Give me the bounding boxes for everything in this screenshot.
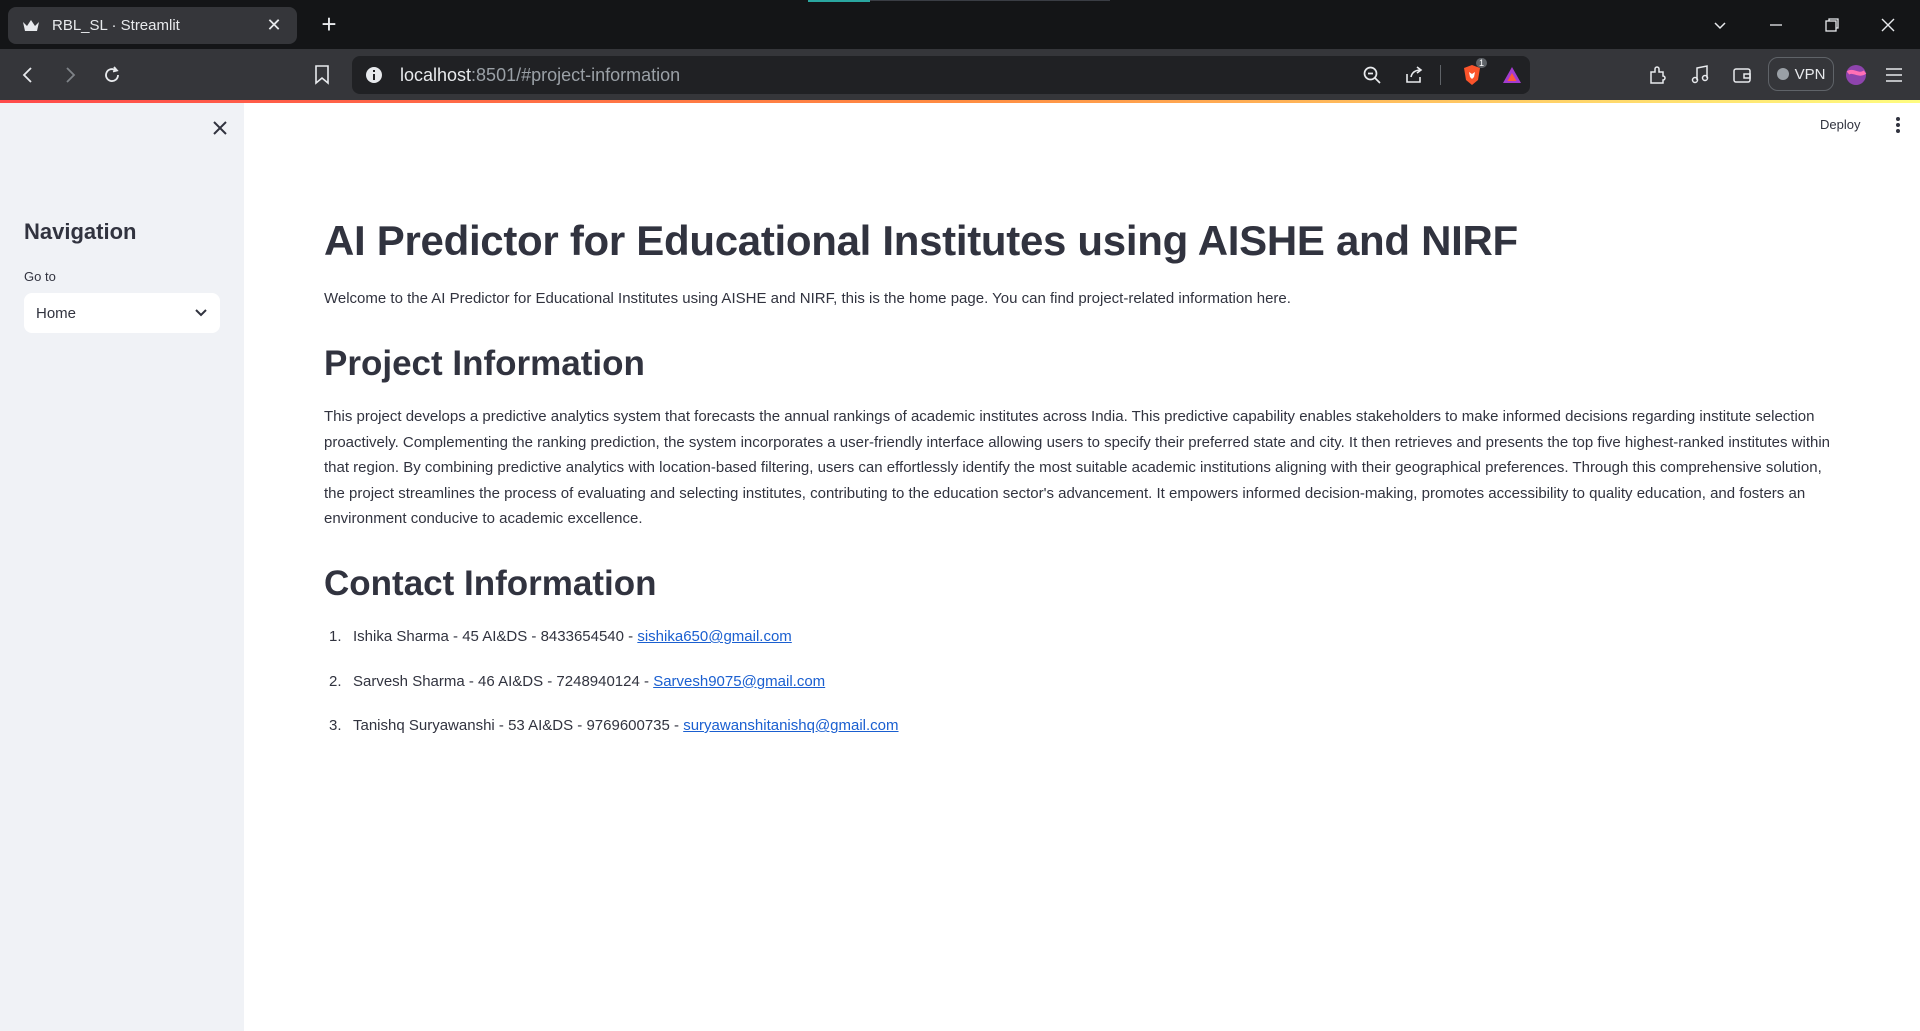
shields-badge: 1 — [1476, 58, 1488, 68]
project-description: This project develops a predictive analy… — [324, 408, 1831, 527]
menu-icon[interactable] — [1878, 59, 1910, 91]
minimize-icon[interactable] — [1748, 0, 1804, 49]
page-title: AI Predictor for Educational Institutes … — [324, 217, 1518, 264]
browser-tabbar: RBL_SL · Streamlit ✕ + — [0, 0, 1920, 49]
contact-details: Tanishq Suryawanshi - 53 AI&DS - 9769600… — [353, 717, 680, 734]
brave-rewards-icon[interactable] — [1496, 59, 1528, 91]
browser-tab[interactable]: RBL_SL · Streamlit ✕ — [8, 7, 297, 44]
url-text[interactable]: localhost:8501/#project-information — [400, 56, 680, 94]
sidebar: Navigation Go to Home — [0, 103, 244, 1031]
browser-toolbar: localhost:8501/#project-information 1 VP… — [0, 49, 1920, 101]
welcome-text: Welcome to the AI Predictor for Educatio… — [324, 290, 1291, 307]
streamlit-app: Navigation Go to Home Deploy AI Predicto… — [0, 103, 1920, 1031]
list-number: 3. — [329, 717, 342, 734]
project-information-heading: Project Information — [324, 344, 645, 383]
tab-search-icon[interactable] — [1692, 0, 1748, 49]
page-select-value: Home — [36, 304, 77, 322]
tab-title: RBL_SL · Streamlit — [52, 17, 180, 34]
contact-details: Ishika Sharma - 45 AI&DS - 8433654540 - — [353, 628, 634, 645]
reload-icon[interactable] — [96, 59, 128, 91]
email-link[interactable]: sishika650@gmail.com — [637, 628, 791, 645]
vpn-label: VPN — [1794, 65, 1826, 83]
sidebar-close-icon[interactable] — [208, 116, 232, 140]
list-number: 2. — [329, 672, 342, 690]
select-label: Go to — [24, 269, 56, 284]
share-icon[interactable] — [1398, 59, 1430, 91]
media-icon[interactable] — [1684, 59, 1716, 91]
vpn-button[interactable]: VPN — [1768, 57, 1834, 91]
brave-shields-icon[interactable]: 1 — [1456, 58, 1488, 91]
extensions-icon[interactable] — [1642, 59, 1674, 91]
contact-details: Sarvesh Sharma - 46 AI&DS - 7248940124 - — [353, 672, 650, 690]
vpn-status-icon — [1776, 68, 1789, 80]
chevron-down-icon — [195, 309, 207, 317]
email-link[interactable]: Sarvesh9075@gmail.com — [653, 673, 825, 690]
site-info-icon[interactable] — [364, 65, 384, 85]
wallet-icon[interactable] — [1726, 59, 1758, 91]
bookmark-icon[interactable] — [306, 59, 338, 91]
restore-icon[interactable] — [1804, 0, 1860, 49]
tabstrip-divider — [870, 0, 1110, 1]
profile-icon[interactable] — [1840, 59, 1872, 91]
forward-icon[interactable] — [54, 59, 86, 91]
contact-list: 1. Ishika Sharma - 45 AI&DS - 8433654540… — [324, 628, 899, 762]
list-item: 1. Ishika Sharma - 45 AI&DS - 8433654540… — [324, 628, 899, 673]
sidebar-title: Navigation — [24, 219, 137, 244]
list-number: 1. — [329, 628, 342, 645]
deploy-button[interactable]: Deploy — [1820, 117, 1860, 132]
streamlit-crown-icon — [23, 19, 39, 31]
tabstrip-accent — [808, 0, 870, 2]
omnibox-divider — [1440, 65, 1441, 85]
email-link[interactable]: suryawanshitanishq@gmail.com — [683, 717, 898, 734]
list-item: 3. Tanishq Suryawanshi - 53 AI&DS - 9769… — [324, 717, 899, 762]
zoom-icon[interactable] — [1356, 59, 1388, 91]
page-select[interactable]: Home — [24, 293, 220, 333]
back-icon[interactable] — [12, 59, 44, 91]
list-item: 2. Sarvesh Sharma - 46 AI&DS - 724894012… — [324, 673, 899, 718]
tab-close-icon[interactable]: ✕ — [263, 15, 285, 36]
contact-information-heading: Contact Information — [324, 564, 657, 603]
new-tab-button[interactable]: + — [314, 9, 344, 39]
close-window-icon[interactable] — [1860, 0, 1916, 49]
address-bar[interactable]: localhost:8501/#project-information 1 — [352, 56, 1530, 94]
main-menu-icon[interactable] — [1886, 113, 1910, 137]
